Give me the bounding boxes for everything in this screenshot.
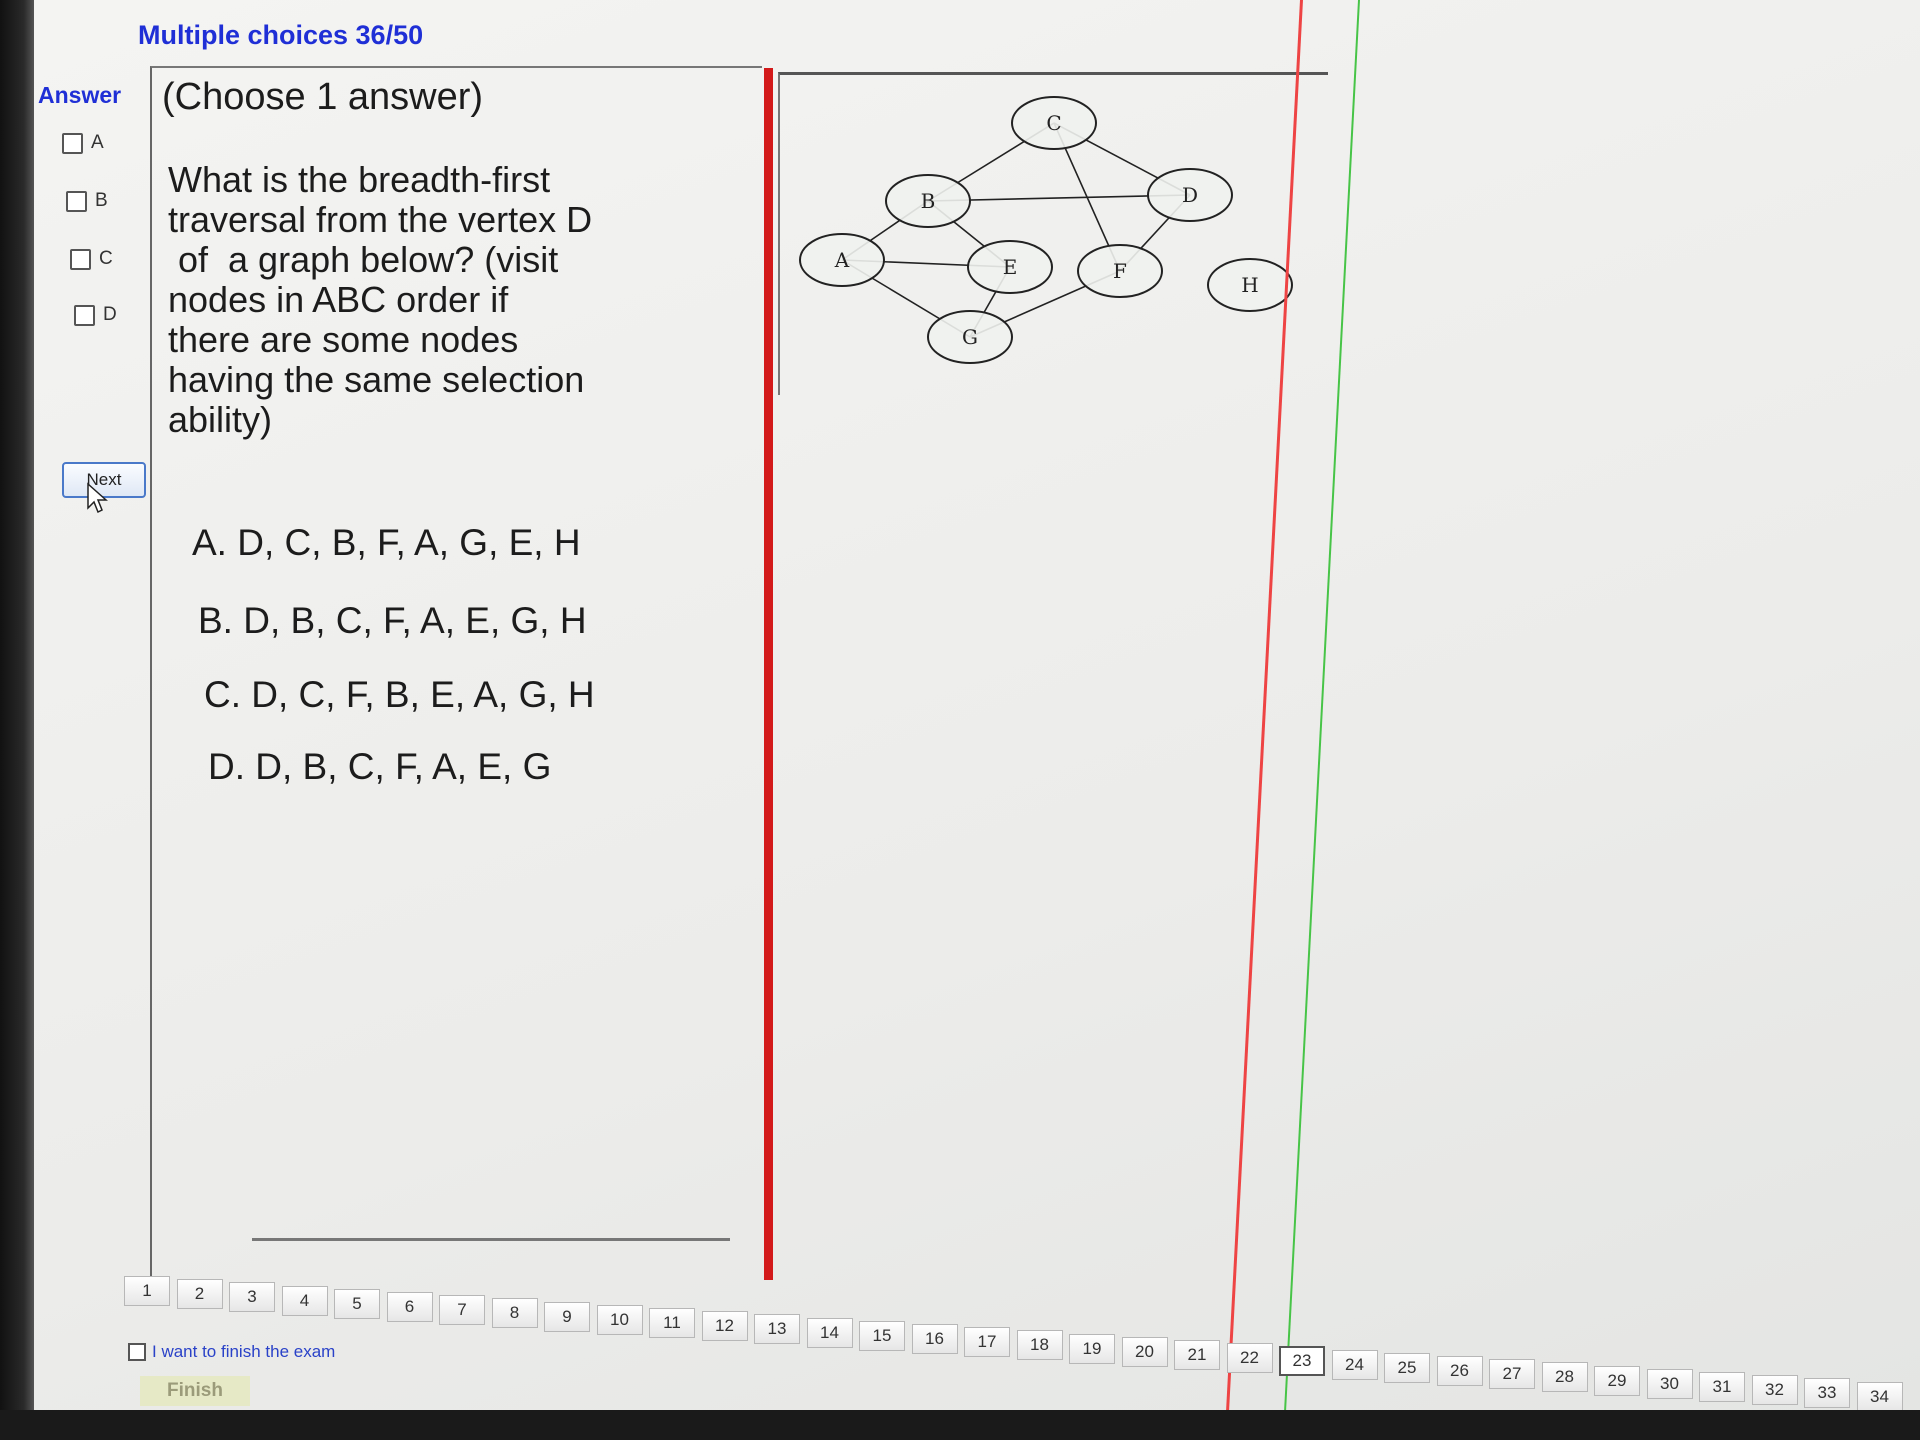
page-button-4[interactable]: 4	[281, 1285, 328, 1316]
panel-divider	[764, 68, 773, 1280]
question-line: having the same selection	[168, 359, 585, 400]
page-button-3[interactable]: 3	[229, 1282, 275, 1313]
page-button-32[interactable]: 32	[1751, 1375, 1798, 1406]
graph-node-b: B	[885, 174, 971, 228]
answer-option-label: A	[91, 132, 104, 153]
graph-node-label: G	[962, 325, 978, 349]
page-button-2[interactable]: 2	[176, 1279, 223, 1310]
checkbox-icon[interactable]	[74, 304, 95, 326]
answer-option-b[interactable]: B	[66, 190, 108, 212]
graph-diagram: A B C D E F G H	[799, 96, 1293, 364]
page-button-29[interactable]: 29	[1594, 1365, 1640, 1396]
answer-option-c[interactable]: C	[70, 248, 113, 270]
checkbox-icon[interactable]	[66, 190, 87, 212]
page-button-24[interactable]: 24	[1331, 1349, 1378, 1380]
answer-label: Answer	[38, 82, 122, 108]
page-button-14[interactable]: 14	[806, 1317, 853, 1348]
page-button-9[interactable]: 9	[544, 1301, 590, 1332]
answer-option-a[interactable]: A	[62, 132, 104, 154]
page-button-20[interactable]: 20	[1121, 1336, 1168, 1367]
answer-option-label: B	[95, 190, 108, 211]
question-text: What is the breadth-first traversal from…	[168, 160, 608, 440]
mouse-cursor-icon	[87, 482, 108, 514]
question-line: traversal from the vertex D	[168, 199, 593, 240]
graph-node-label: H	[1241, 273, 1258, 297]
page-button-17[interactable]: 17	[964, 1327, 1010, 1358]
checkbox-icon[interactable]	[70, 248, 91, 270]
graph-node-label: E	[1003, 255, 1018, 279]
finish-exam-label: I want to finish the exam	[152, 1342, 336, 1361]
monitor-bezel-bottom	[0, 1410, 1920, 1440]
page-button-21[interactable]: 21	[1174, 1340, 1220, 1370]
page-button-8[interactable]: 8	[491, 1298, 538, 1329]
page-button-1[interactable]: 1	[124, 1276, 170, 1306]
question-line: nodes in ABC order if	[168, 279, 509, 320]
page-button-25[interactable]: 25	[1384, 1352, 1430, 1383]
page-button-31[interactable]: 31	[1699, 1372, 1745, 1402]
answer-option-label: C	[99, 248, 113, 269]
question-line: ability)	[168, 399, 273, 440]
checkbox-icon[interactable]	[62, 132, 83, 154]
page-button-30[interactable]: 30	[1646, 1368, 1693, 1399]
page-button-7[interactable]: 7	[439, 1295, 485, 1326]
page-button-23[interactable]: 23	[1279, 1346, 1325, 1377]
graph-node-label: A	[834, 248, 850, 272]
choice-c-text: C. D, C, F, B, E, A, G, H	[204, 674, 595, 715]
answer-option-d[interactable]: D	[74, 304, 117, 326]
finish-button[interactable]: Finish	[140, 1376, 250, 1406]
horizontal-scrollbar[interactable]	[252, 1238, 730, 1241]
page-button-27[interactable]: 27	[1489, 1359, 1535, 1390]
answer-option-label: D	[103, 304, 117, 325]
choice-b-text: B. D, B, C, F, A, E, G, H	[198, 600, 587, 641]
page-button-13[interactable]: 13	[754, 1314, 800, 1345]
monitor-bezel-left	[0, 0, 34, 1440]
page-button-6[interactable]: 6	[386, 1292, 433, 1322]
graph-node-f: F	[1077, 244, 1163, 298]
choice-d-text: D. D, B, C, F, A, E, G	[208, 746, 552, 787]
page-button-5[interactable]: 5	[334, 1288, 380, 1319]
graph-node-label: F	[1113, 259, 1127, 283]
page-button-33[interactable]: 33	[1804, 1378, 1850, 1409]
page-button-22[interactable]: 22	[1226, 1343, 1273, 1374]
page-button-16[interactable]: 16	[911, 1324, 958, 1354]
finish-exam-checkbox[interactable]: I want to finish the exam	[128, 1342, 335, 1362]
graph-node-c: C	[1011, 96, 1097, 150]
graph-node-d: D	[1147, 168, 1233, 222]
graph-figure: A B C D E F G H	[778, 72, 1328, 395]
question-instruction: (Choose 1 answer)	[162, 76, 484, 118]
page-button-10[interactable]: 10	[596, 1304, 643, 1335]
page-button-11[interactable]: 11	[649, 1308, 695, 1338]
page-button-19[interactable]: 19	[1069, 1333, 1115, 1364]
checkbox-icon[interactable]	[128, 1343, 146, 1361]
page-button-15[interactable]: 15	[859, 1320, 905, 1351]
graph-node-a: A	[799, 233, 885, 287]
page-title: Multiple choices 36/50	[138, 20, 424, 50]
page-button-28[interactable]: 28	[1541, 1362, 1588, 1393]
question-line: of a graph below? (visit	[168, 239, 559, 280]
graph-node-label: B	[921, 189, 936, 213]
graph-node-h: H	[1207, 258, 1293, 312]
graph-node-g: G	[927, 310, 1013, 364]
graph-node-label: C	[1046, 111, 1061, 135]
page-button-34[interactable]: 34	[1856, 1381, 1903, 1412]
question-line: What is the breadth-first	[168, 159, 551, 200]
page-button-12[interactable]: 12	[701, 1311, 748, 1342]
choice-a-text: A. D, C, B, F, A, G, E, H	[192, 522, 581, 563]
graph-node-e: E	[967, 240, 1053, 294]
page-button-18[interactable]: 18	[1016, 1330, 1063, 1361]
graph-node-label: D	[1182, 183, 1198, 207]
question-line: there are some nodes	[168, 319, 519, 360]
page-button-26[interactable]: 26	[1436, 1356, 1483, 1386]
